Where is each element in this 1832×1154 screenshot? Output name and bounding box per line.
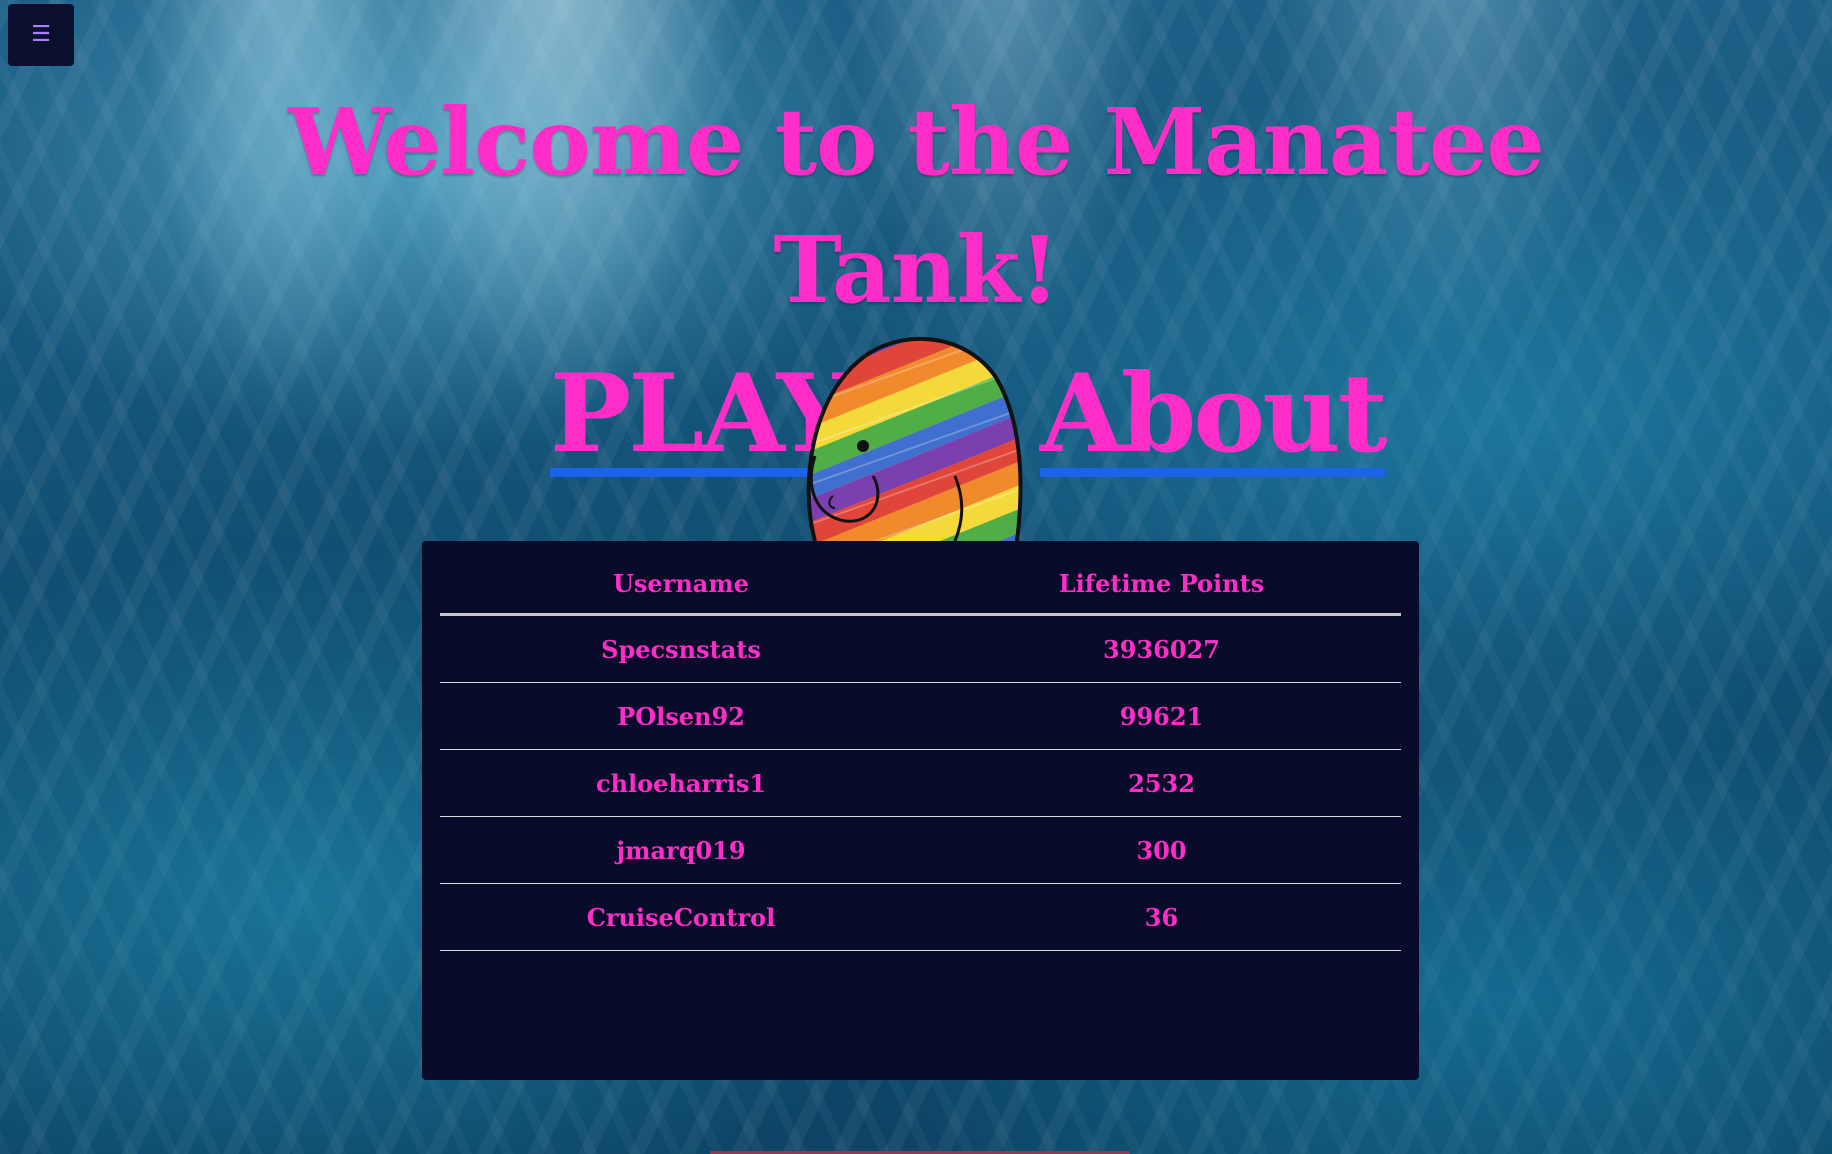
- username-cell: Specsnstats: [440, 614, 922, 683]
- points-cell: 36: [922, 883, 1401, 951]
- username-cell: CruiseControl: [440, 883, 922, 951]
- points-cell: 3936027: [922, 614, 1401, 683]
- about-link[interactable]: About: [1040, 360, 1388, 477]
- table-row: chloeharris1 2532: [440, 749, 1401, 817]
- page-title: Welcome to the Manatee Tank!: [0, 78, 1832, 334]
- column-header-username: Username: [440, 553, 922, 616]
- points-cell: 300: [922, 816, 1401, 884]
- rainbow-manatee-icon: [805, 336, 1030, 541]
- menu-button[interactable]: ☰: [8, 4, 74, 66]
- table-header-row: Username Lifetime Points: [440, 553, 1401, 616]
- hamburger-icon: ☰: [31, 22, 51, 47]
- username-cell: jmarq019: [440, 816, 922, 884]
- table-row: jmarq019 300: [440, 816, 1401, 884]
- username-cell: chloeharris1: [440, 749, 922, 817]
- points-cell: 99621: [922, 682, 1401, 750]
- leaderboard-panel: Username Lifetime Points Specsnstats 393…: [422, 541, 1419, 1080]
- points-cell: 2532: [922, 749, 1401, 817]
- column-header-points: Lifetime Points: [922, 553, 1401, 616]
- table-row: POlsen92 99621: [440, 682, 1401, 750]
- table-row: CruiseControl 36: [440, 883, 1401, 951]
- table-row: Specsnstats 3936027: [440, 614, 1401, 683]
- leaderboard-table: Username Lifetime Points Specsnstats 393…: [440, 553, 1401, 951]
- page-title-line1: Welcome to the Manatee: [288, 88, 1545, 196]
- page-title-line2: Tank!: [773, 216, 1059, 324]
- username-cell: POlsen92: [440, 682, 922, 750]
